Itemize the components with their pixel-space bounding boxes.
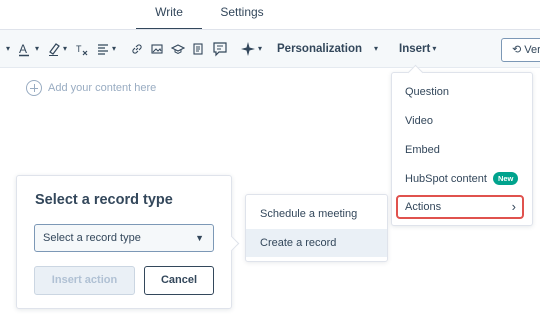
svg-text:T: T [76,44,82,54]
menu-item-actions-label: Actions [405,201,442,213]
align-icon[interactable]: ▾ [96,38,116,60]
chevron-right-icon: › [511,199,516,214]
menu-item-video[interactable]: Video [405,115,433,127]
new-badge: New [492,172,519,185]
popover-title: Select a record type [35,192,173,208]
cancel-button[interactable]: Cancel [144,266,214,295]
personalization-label: Personalization [277,43,362,55]
record-type-select[interactable]: Select a record type ▼ [34,224,214,252]
menu-item-hubspot-content[interactable]: HubSpot content New [405,172,519,185]
chevron-down-icon: ▾ [432,44,437,53]
submenu-item-create-record[interactable]: Create a record [246,229,387,257]
ai-sparkle-icon[interactable]: ▾ [240,38,262,60]
personalization-button[interactable]: Personalization ▾ [277,38,378,60]
more-options-icon[interactable]: ▾ [4,38,10,60]
course-icon[interactable] [171,38,185,60]
menu-item-actions[interactable]: Actions › [396,195,524,219]
insert-action-button[interactable]: Insert action [34,266,135,295]
menu-item-question[interactable]: Question [405,86,449,98]
tab-settings[interactable]: Settings [210,0,274,30]
submenu-item-schedule-meeting[interactable]: Schedule a meeting [246,200,387,228]
link-icon[interactable] [130,38,144,60]
add-content-placeholder[interactable]: Add your content here [26,80,156,96]
tab-write[interactable]: Write [136,0,202,30]
image-icon[interactable] [150,38,164,60]
highlight-icon[interactable]: ▾ [47,38,67,60]
insert-label: Insert [399,43,431,55]
placeholder-text: Add your content here [48,82,157,94]
clear-formatting-icon[interactable]: T [75,38,89,60]
svg-text:A: A [19,42,27,56]
history-icon: ⟲ [512,44,525,56]
record-type-select-value: Select a record type [43,232,141,244]
version-history-button[interactable]: ⟲ Ver [501,38,540,62]
record-type-popover: Select a record type Select a record typ… [16,175,232,309]
document-icon[interactable] [191,38,205,60]
plus-circle-icon [26,80,42,96]
text-color-icon[interactable]: A ▾ [17,38,39,60]
menu-item-embed[interactable]: Embed [405,144,440,156]
insert-button[interactable]: Insert ▾ [399,38,436,60]
version-label: Ver [524,44,540,56]
comment-icon[interactable] [212,38,228,60]
chevron-down-icon: ▾ [374,44,379,53]
actions-submenu: Schedule a meeting Create a record [245,194,388,262]
menu-item-hubspot-content-label: HubSpot content [405,172,487,185]
dropdown-caret-icon: ▼ [195,233,204,243]
